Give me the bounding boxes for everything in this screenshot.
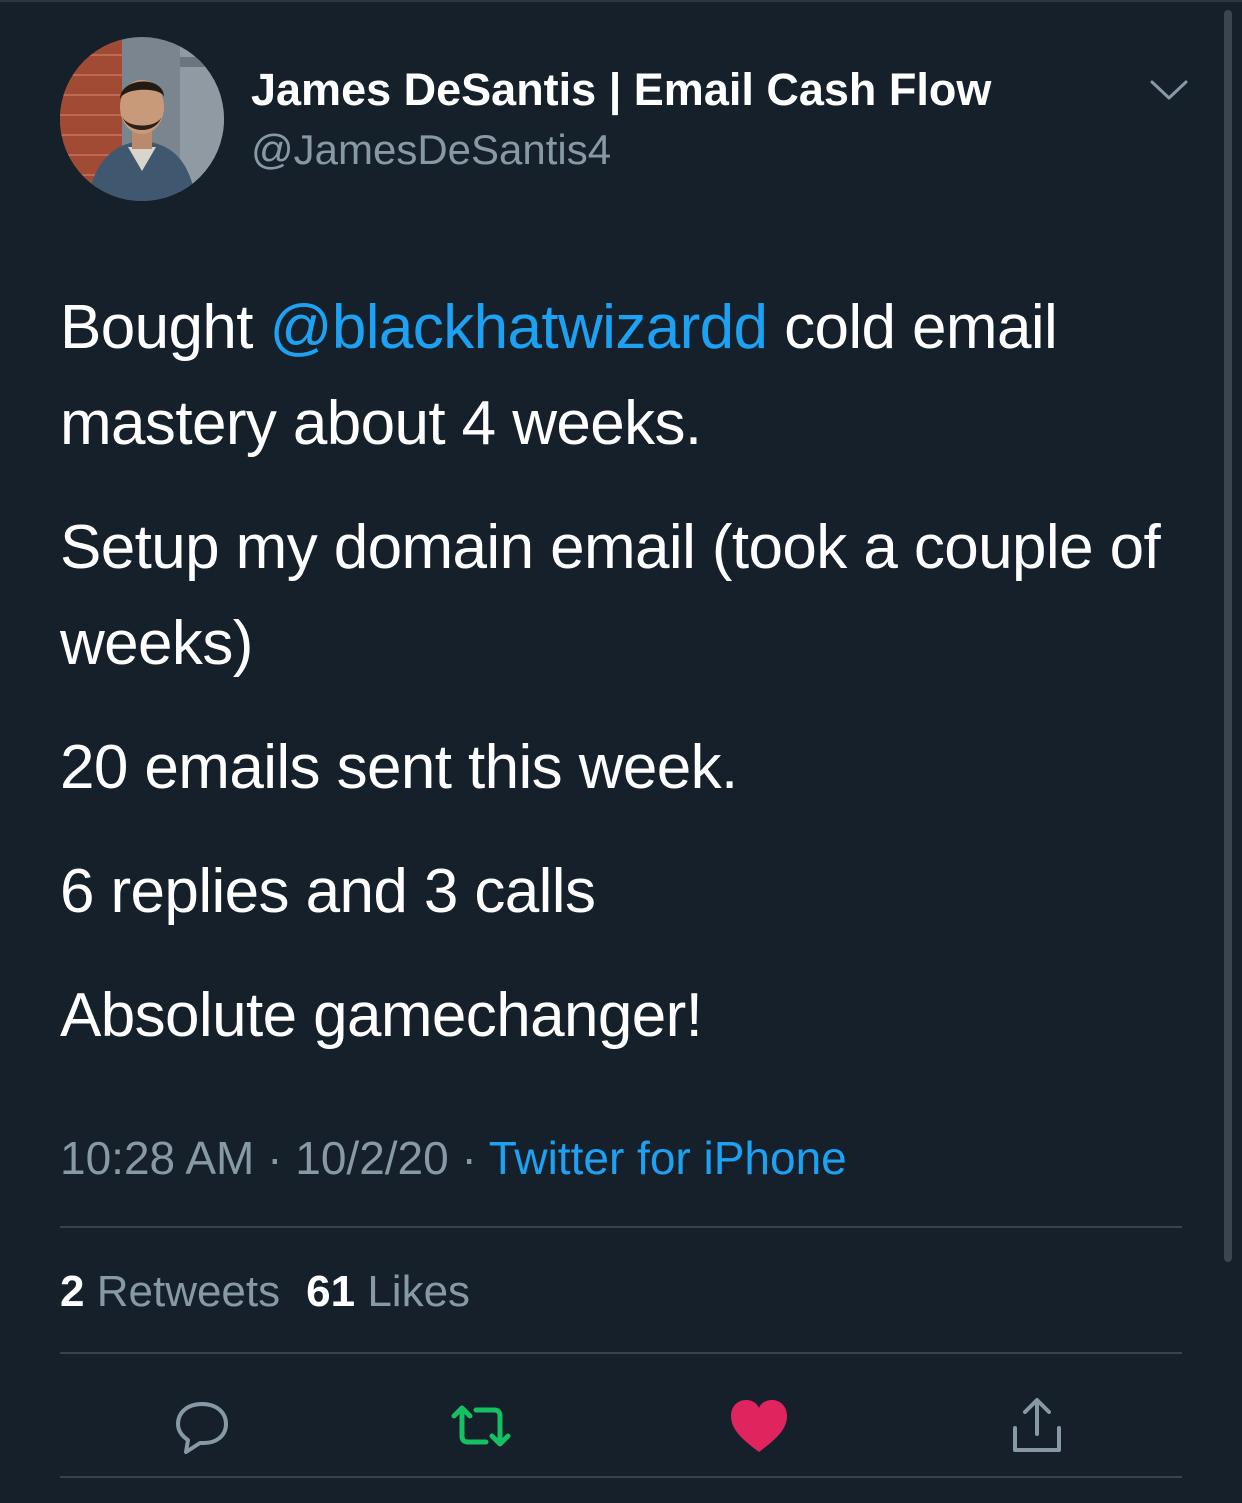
likes-label: Likes (367, 1267, 471, 1316)
likes-stat[interactable]: 61 Likes (306, 1267, 470, 1316)
meta-separator: · (461, 1132, 477, 1184)
retweets-stat[interactable]: 2 Retweets (60, 1267, 280, 1316)
divider (60, 1352, 1182, 1354)
tweet-paragraph: Absolute gamechanger! (60, 981, 703, 1050)
likes-count: 61 (306, 1267, 356, 1316)
mention-link[interactable]: @blackhatwizardd (270, 293, 769, 362)
share-button[interactable] (1001, 1390, 1073, 1462)
avatar[interactable] (60, 37, 224, 201)
retweet-button[interactable] (445, 1390, 517, 1462)
retweets-count: 2 (60, 1267, 85, 1316)
tweet-meta: 10:28 AM · 10/2/20 · Twitter for iPhone (60, 1128, 847, 1188)
tweet-text: Bought @blackhatwizardd cold email maste… (60, 280, 1210, 1092)
tweet-stats: 2 Retweets 61 Likes (60, 1264, 470, 1320)
tweet-source-link[interactable]: Twitter for iPhone (489, 1132, 847, 1184)
top-border (0, 0, 1242, 2)
tweet-paragraph: Bought @blackhatwizardd cold email maste… (60, 280, 1210, 472)
heart-icon (731, 1400, 787, 1452)
scrollbar[interactable] (1224, 10, 1232, 1262)
tweet-paragraph: 6 replies and 3 calls (60, 857, 596, 926)
retweet-icon (451, 1405, 511, 1447)
divider (60, 1476, 1182, 1478)
like-button[interactable] (723, 1390, 795, 1462)
chevron-down-icon[interactable] (1146, 72, 1192, 108)
tweet-paragraph: Setup my domain email (took a couple of … (60, 513, 1161, 678)
tweet-time[interactable]: 10:28 AM (60, 1132, 254, 1184)
author-display-name[interactable]: James DeSantis | Email Cash Flow (251, 62, 991, 118)
divider (60, 1226, 1182, 1228)
avatar-photo (60, 37, 224, 201)
reply-button[interactable] (166, 1390, 238, 1462)
share-icon (1013, 1398, 1061, 1452)
author-handle[interactable]: @JamesDeSantis4 (251, 122, 611, 178)
reply-icon (176, 1402, 228, 1454)
retweets-label: Retweets (96, 1267, 281, 1316)
tweet-date[interactable]: 10/2/20 (295, 1132, 448, 1184)
tweet-text-segment: Bought (60, 293, 270, 362)
meta-separator: · (267, 1132, 283, 1184)
tweet-paragraph: 20 emails sent this week. (60, 733, 738, 802)
